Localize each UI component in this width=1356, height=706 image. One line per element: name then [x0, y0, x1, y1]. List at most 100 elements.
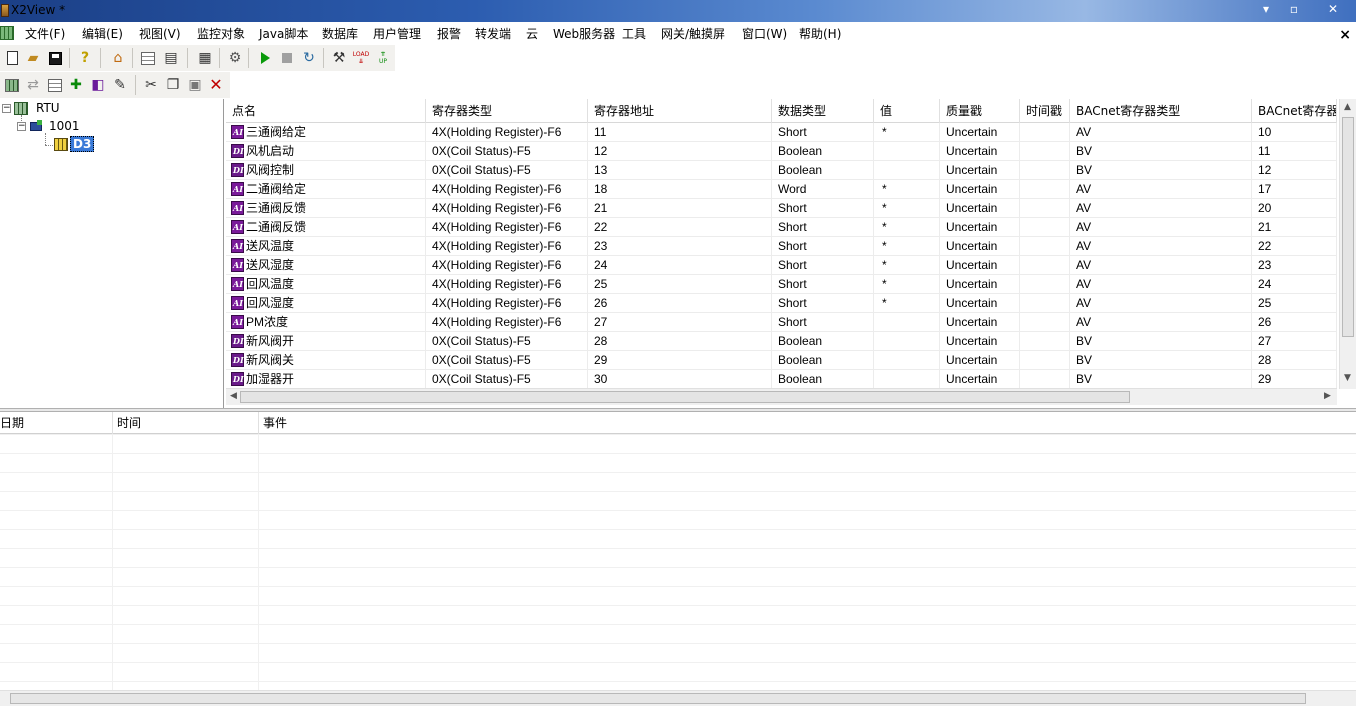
run-config-icon[interactable]: ⚙ — [226, 49, 244, 67]
col-header-timestamp[interactable]: 时间戳 — [1020, 99, 1070, 123]
table-row[interactable]: AI 送风温度 4X(Holding Register)-F6 23 Short * Unc… — [226, 237, 1337, 256]
upload-icon[interactable]: ⇈ UP — [374, 49, 392, 67]
col-header-quality[interactable]: 质量戳 — [940, 99, 1020, 123]
table-row[interactable]: AI 三通阀给定 4X(Holding Register)-F6 11 Short * Un… — [226, 123, 1337, 142]
scroll-right-icon[interactable]: ▶ — [1324, 391, 1331, 401]
cell-dtype: Boolean — [772, 351, 874, 370]
menu-gateway[interactable]: 网关/触摸屏 — [661, 25, 725, 42]
table-row[interactable]: AI 三通阀反馈 4X(Holding Register)-F6 21 Short * Un… — [226, 199, 1337, 218]
table-row[interactable]: AI 二通阀反馈 4X(Holding Register)-F6 22 Short * Un… — [226, 218, 1337, 237]
cell-addr: 12 — [588, 142, 772, 161]
col-header-reg-type[interactable]: 寄存器类型 — [426, 99, 588, 123]
tree-node-rtu[interactable]: − RTU — [2, 100, 60, 116]
delete-icon[interactable]: ✕ — [207, 76, 225, 94]
table-row[interactable]: AI PM浓度 4X(Holding Register)-F6 27 Short Unce… — [226, 313, 1337, 332]
menu-tools[interactable]: 工具 — [622, 25, 646, 42]
table-row[interactable]: DI 新风阀关 0X(Coil Status)-F5 29 Boolean Uncerta… — [226, 351, 1337, 370]
col-header-bacnet-type[interactable]: BACnet寄存器类型 — [1070, 99, 1252, 123]
menu-web-server[interactable]: Web服务器 — [553, 25, 615, 42]
horizontal-scroll-thumb[interactable] — [240, 391, 1130, 403]
cell-bac-type: AV — [1070, 294, 1252, 313]
table-row[interactable]: DI 新风阀开 0X(Coil Status)-F5 28 Boolean Uncerta… — [226, 332, 1337, 351]
menu-view[interactable]: 视图(V) — [139, 25, 181, 42]
scroll-down-icon[interactable]: ▼ — [1344, 373, 1351, 383]
log-scroll-thumb[interactable] — [10, 693, 1306, 704]
col-header-reg-addr[interactable]: 寄存器地址 — [588, 99, 772, 123]
minimize-button[interactable]: ▾ — [1256, 1, 1276, 19]
scroll-left-icon[interactable]: ◀ — [230, 391, 237, 401]
menu-cloud[interactable]: 云 — [526, 25, 538, 42]
cell-ts — [1020, 332, 1070, 351]
vertical-scroll-thumb[interactable] — [1342, 117, 1354, 337]
table-icon — [54, 137, 68, 151]
menu-monitor-objects[interactable]: 监控对象 — [197, 25, 245, 42]
open-folder-icon[interactable]: ▰ — [24, 49, 42, 67]
home-icon[interactable]: ⌂ — [109, 49, 127, 67]
menu-java-script[interactable]: Java脚本 — [259, 25, 308, 42]
collapse-toggle[interactable]: − — [2, 103, 11, 113]
menu-database[interactable]: 数据库 — [322, 25, 358, 42]
menu-edit[interactable]: 编辑(E) — [82, 25, 123, 42]
tree-node-d3[interactable]: D3 — [54, 136, 95, 152]
cell-value — [874, 161, 940, 180]
add-table-icon[interactable] — [3, 76, 21, 94]
network-icon[interactable]: ▦ — [196, 49, 214, 67]
table-row[interactable]: AI 送风湿度 4X(Holding Register)-F6 24 Short * Unc… — [226, 256, 1337, 275]
log-col-time[interactable]: 时间 — [113, 412, 259, 434]
points-grid: 点名 寄存器类型 寄存器地址 数据类型 值 质量戳 时间戳 BACnet寄存器类… — [226, 99, 1356, 405]
col-header-bacnet-addr[interactable]: BACnet寄存器地 — [1252, 99, 1337, 123]
cube-icon[interactable]: ◧ — [89, 76, 107, 94]
paste-icon[interactable]: ▣ — [186, 76, 204, 94]
digital-point-icon: DI — [231, 353, 244, 367]
col-header-name[interactable]: 点名 — [226, 99, 426, 123]
stop-icon[interactable] — [278, 49, 296, 67]
menu-file[interactable]: 文件(F) — [25, 25, 65, 42]
load-icon[interactable]: LOAD ⇊ — [352, 49, 370, 67]
table-row[interactable]: AI 二通阀给定 4X(Holding Register)-F6 18 Word * Unc… — [226, 180, 1337, 199]
scroll-up-icon[interactable]: ▲ — [1344, 102, 1351, 112]
cell-name: AI 回风湿度 — [226, 294, 426, 313]
monitor-icon[interactable]: ▤ — [162, 49, 180, 67]
add-point-icon[interactable]: ✚ — [67, 76, 85, 94]
refresh-icon[interactable]: ↻ — [300, 49, 318, 67]
menu-window[interactable]: 窗口(W) — [742, 25, 787, 42]
table-row[interactable]: DI 风机启动 0X(Coil Status)-F5 12 Boolean Uncerta… — [226, 142, 1337, 161]
collapse-toggle[interactable]: − — [17, 121, 26, 131]
maximize-button[interactable]: ▫ — [1284, 1, 1304, 19]
table-row[interactable]: AI 回风湿度 4X(Holding Register)-F6 26 Short * Unc… — [226, 294, 1337, 313]
grid-view-icon[interactable] — [139, 49, 157, 67]
edit-icon[interactable]: ✎ — [111, 76, 129, 94]
cell-quality: Uncertain — [940, 256, 1020, 275]
cell-addr: 18 — [588, 180, 772, 199]
cut-icon[interactable]: ✂ — [142, 76, 160, 94]
menu-forwarder[interactable]: 转发端 — [475, 25, 511, 42]
table-row[interactable]: DI 加湿器开 0X(Coil Status)-F5 30 Boolean Uncerta… — [226, 370, 1337, 389]
play-icon[interactable] — [256, 49, 274, 67]
save-icon[interactable] — [46, 49, 64, 67]
table-row[interactable]: DI 风阀控制 0X(Coil Status)-F5 13 Boolean Uncerta… — [226, 161, 1337, 180]
menu-help[interactable]: 帮助(H) — [799, 25, 841, 42]
tree-node-device[interactable]: − 1001 — [17, 118, 80, 134]
cell-name: DI 新风阀关 — [226, 351, 426, 370]
table-row[interactable]: AI 回风温度 4X(Holding Register)-F6 25 Short * Unc… — [226, 275, 1337, 294]
link-icon[interactable]: ⇄ — [24, 76, 42, 94]
copy-icon[interactable]: ❐ — [164, 76, 182, 94]
col-header-value[interactable]: 值 — [874, 99, 940, 123]
log-horizontal-scrollbar[interactable] — [0, 690, 1356, 706]
help-icon[interactable]: ? — [76, 49, 94, 67]
new-document-icon[interactable] — [3, 49, 21, 67]
window-close-button[interactable]: ✕ — [1318, 1, 1348, 19]
log-col-event[interactable]: 事件 — [259, 412, 1356, 434]
col-header-data-type[interactable]: 数据类型 — [772, 99, 874, 123]
cell-value: * — [874, 199, 940, 218]
menu-alarm[interactable]: 报警 — [437, 25, 461, 42]
grid-vertical-scrollbar[interactable]: ▲ ▼ — [1339, 99, 1356, 389]
grid-icon[interactable] — [46, 76, 64, 94]
grid-horizontal-scrollbar[interactable]: ◀ ▶ — [226, 388, 1337, 405]
log-col-date[interactable]: 日期 — [0, 412, 113, 434]
point-name: 风机启动 — [246, 144, 295, 158]
menu-user-management[interactable]: 用户管理 — [373, 25, 421, 42]
tools-icon[interactable]: ⚒ — [330, 49, 348, 67]
cell-value: * — [874, 218, 940, 237]
mdi-close-button[interactable]: × — [1339, 27, 1351, 43]
